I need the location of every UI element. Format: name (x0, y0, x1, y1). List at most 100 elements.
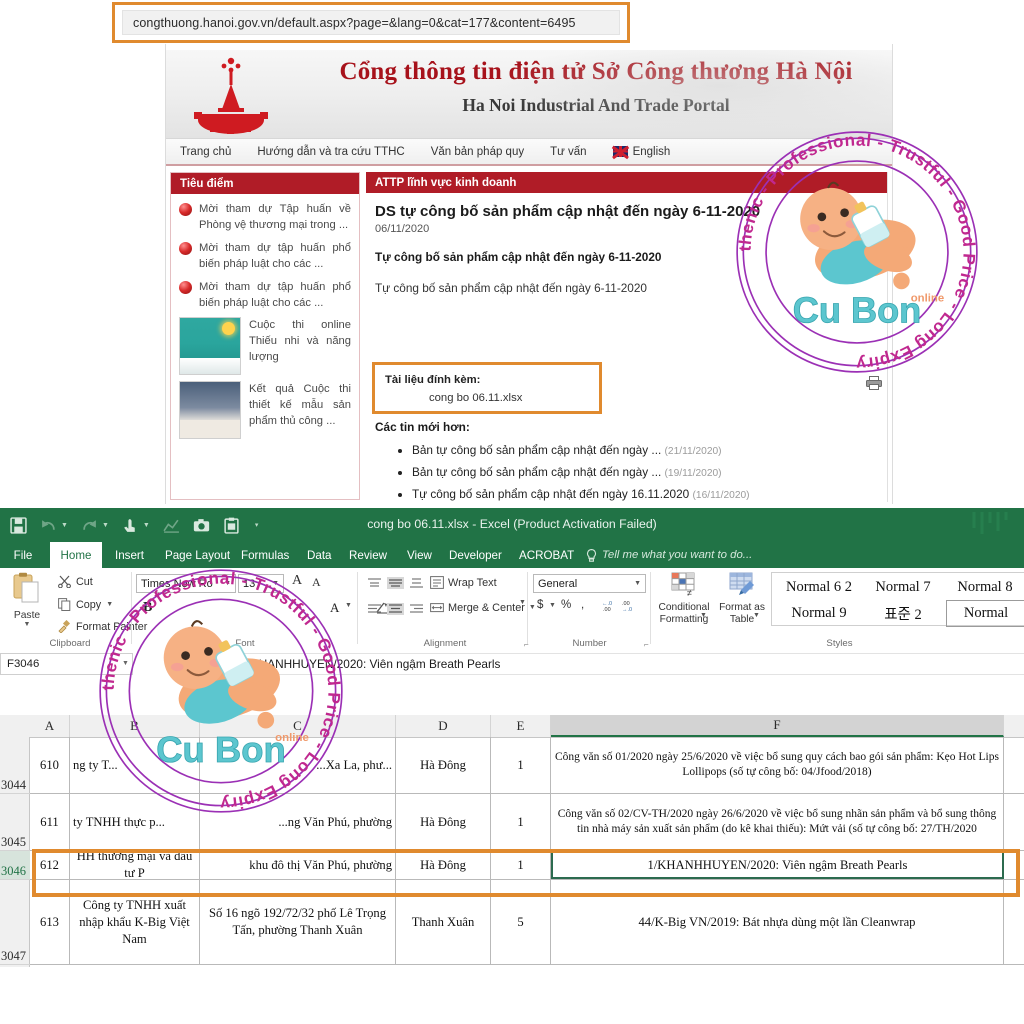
tab-file[interactable]: File (4, 542, 42, 568)
font-size-combo[interactable]: 13 ▼ (238, 574, 284, 593)
sidebar-news-item[interactable]: Mời tham dự Tập huấn về Phòng vệ thương … (171, 194, 359, 233)
site-navigation[interactable]: Trang chủ Hướng dẫn và tra cứu TTHC Văn … (166, 138, 892, 166)
nav-item-guide[interactable]: Hướng dẫn và tra cứu TTHC (257, 146, 404, 158)
cell-b-611[interactable]: ty TNHH thực p... (70, 794, 200, 850)
align-center-icon[interactable] (387, 603, 404, 615)
tab-acrobat[interactable]: ACROBAT (510, 542, 583, 568)
percent-button[interactable]: % (561, 599, 571, 611)
cell-b-610[interactable]: ng ty T... (70, 737, 200, 793)
cell-styles-gallery[interactable]: Normal 6 2 Normal 7 Normal 8 Normal 9 표준… (771, 572, 1024, 627)
cell-f-610[interactable]: Công văn số 01/2020 ngày 25/6/2020 về vi… (551, 737, 1004, 793)
style-normal-8[interactable]: Normal 8 (946, 575, 1024, 600)
newer-news-item[interactable]: Tự công bố sản phẩm cập nhật đến ngày 16… (412, 484, 750, 504)
chevron-down-icon[interactable]: ▼ (634, 580, 641, 587)
nav-item-legal-documents[interactable]: Văn bản pháp quy (431, 146, 524, 158)
paste-dropdown-caret[interactable]: ▼ (6, 621, 48, 628)
cell-d-611[interactable]: Hà Đông (396, 794, 491, 850)
sidebar-news-item[interactable]: Mời tham dự tập huấn phổ biến pháp luật … (171, 272, 359, 311)
table-row[interactable]: 613 Công ty TNHH xuất nhập khẩu K-Big Vi… (30, 880, 1024, 965)
column-header-f[interactable]: F (551, 715, 1004, 737)
name-box[interactable]: F3046 (0, 653, 133, 675)
tab-insert[interactable]: Insert (106, 542, 153, 568)
cell-a-613[interactable]: 613 (30, 880, 70, 964)
comma-button[interactable]: , (581, 599, 584, 611)
align-top-icon[interactable] (366, 577, 383, 589)
column-header-b[interactable]: B (70, 715, 200, 737)
cell-a-610[interactable]: 610 (30, 737, 70, 793)
sidebar-news-item[interactable]: Mời tham dự tập huấn phổ biến pháp luật … (171, 233, 359, 272)
cell-e-610[interactable]: 1 (491, 737, 551, 793)
cell-f-612-active[interactable]: 1/KHANHHUYEN/2020: Viên ngậm Breath Pear… (551, 851, 1004, 879)
nav-item-home[interactable]: Trang chủ (180, 146, 231, 158)
font-color-caret[interactable]: ▼ (345, 602, 352, 609)
address-bar[interactable]: congthuong.hanoi.gov.vn/default.aspx?pag… (122, 10, 620, 35)
column-header-d[interactable]: D (396, 715, 491, 737)
chevron-down-icon[interactable]: ▼ (224, 580, 231, 587)
align-left-icon[interactable] (366, 603, 383, 615)
number-dialog-launcher[interactable]: ⌐ (524, 640, 529, 649)
table-row[interactable]: 610 ng ty T... ...Xa La, phư... Hà Đông … (30, 737, 1024, 794)
cancel-formula-icon[interactable]: ✕ (171, 658, 180, 671)
cell-b-612[interactable]: HH thương mại và đầu tư P (70, 851, 200, 879)
format-as-table-button[interactable]: Format as Table (716, 572, 768, 626)
merge-center-caret[interactable]: ▼ (529, 604, 536, 611)
name-box-caret-icon[interactable]: ▼ (122, 660, 129, 667)
cut-button[interactable]: Cut (58, 575, 93, 588)
nav-item-english[interactable]: English (612, 146, 670, 158)
attachment-file-link[interactable]: cong bo 06.11.xlsx (429, 392, 599, 404)
number-format-combo[interactable]: General ▼ (533, 574, 646, 593)
align-right-icon[interactable] (408, 603, 425, 615)
formula-bar-buttons[interactable]: ✕ ✓ fx (139, 653, 229, 675)
increase-font-size-icon[interactable]: A (292, 573, 302, 589)
tab-review[interactable]: Review (340, 542, 396, 568)
printer-icon[interactable] (866, 376, 882, 390)
cell-f-611[interactable]: Công văn số 02/CV-TH/2020 ngày 26/6/2020… (551, 794, 1004, 850)
currency-caret[interactable]: ▼ (549, 602, 556, 609)
number-left-caret[interactable]: ▼ (519, 599, 526, 606)
font-color-button[interactable]: A (330, 600, 339, 616)
sidebar-thumb-item[interactable]: Kết quả Cuộc thi thiết kế mẫu sản phẩm t… (171, 375, 359, 439)
tab-formulas[interactable]: Formulas (232, 542, 298, 568)
tell-me-search[interactable]: Tell me what you want to do... (586, 542, 752, 568)
sidebar-thumb-item[interactable]: Cuộc thi online Thiếu nhi và năng lượng (171, 311, 359, 375)
cell-c-612[interactable]: khu đô thị Văn Phú, phường (200, 851, 396, 879)
style-normal[interactable]: Normal (946, 600, 1024, 627)
newer-news-item[interactable]: Bản tự công bố sản phẩm cập nhật đến ngà… (412, 440, 750, 462)
format-as-table-caret[interactable]: ▼ (753, 612, 760, 619)
enter-formula-icon[interactable]: ✓ (191, 658, 200, 671)
copy-dropdown-caret[interactable]: ▼ (106, 601, 113, 608)
tab-home[interactable]: Home (50, 542, 102, 568)
cell-f-613[interactable]: 44/K-Big VN/2019: Bát nhựa dùng một lần … (551, 880, 1004, 964)
newer-news-item[interactable]: Bản tự công bố sản phẩm cập nhật đến ngà… (412, 462, 750, 484)
table-row[interactable]: 612 HH thương mại và đầu tư P khu đô thị… (30, 851, 1024, 880)
align-middle-icon[interactable] (387, 577, 404, 589)
tab-developer[interactable]: Developer (440, 542, 511, 568)
style-normal-7[interactable]: Normal 7 (864, 575, 942, 600)
decrease-decimal-icon[interactable]: .00 →.0 (622, 599, 638, 612)
wrap-text-button[interactable]: Wrap Text (430, 576, 497, 589)
cell-c-611[interactable]: ...ng Văn Phú, phường (200, 794, 396, 850)
decrease-font-size-icon[interactable]: A (312, 575, 321, 590)
cell-c-610[interactable]: ...Xa La, phư... (200, 737, 396, 793)
format-painter-button[interactable]: Format Painter (58, 620, 147, 633)
table-row[interactable]: 611 ty TNHH thực p... ...ng Văn Phú, phư… (30, 794, 1024, 851)
increase-decimal-icon[interactable]: ←.0 .00 (602, 599, 618, 612)
cell-a-611[interactable]: 611 (30, 794, 70, 850)
column-header-c[interactable]: C (200, 715, 396, 737)
copy-button[interactable]: Copy ▼ (58, 598, 113, 611)
cell-c-613[interactable]: Số 16 ngõ 192/72/32 phố Lê Trọng Tấn, ph… (200, 880, 396, 964)
align-bottom-icon[interactable] (408, 577, 425, 589)
cell-b-613[interactable]: Công ty TNHH xuất nhập khẩu K-Big Việt N… (70, 880, 200, 964)
column-header-e[interactable]: E (491, 715, 551, 737)
cell-e-612[interactable]: 1 (491, 851, 551, 879)
tab-data[interactable]: Data (298, 542, 341, 568)
style-normal-6-2[interactable]: Normal 6 2 (778, 575, 860, 600)
cell-e-611[interactable]: 1 (491, 794, 551, 850)
conditional-formatting-caret[interactable]: ▼ (700, 612, 707, 619)
chevron-down-icon[interactable]: ▼ (272, 580, 279, 587)
row-header-3047[interactable]: 3047 (0, 880, 30, 965)
row-header-3045[interactable]: 3045 (0, 794, 30, 851)
ribbon-tab-strip[interactable]: File Home Insert Page Layout Formulas Da… (0, 542, 1024, 568)
style-pyojun-2[interactable]: 표준 2 (864, 601, 942, 625)
number-dialog-launcher-2[interactable]: ⌐ (644, 640, 649, 649)
